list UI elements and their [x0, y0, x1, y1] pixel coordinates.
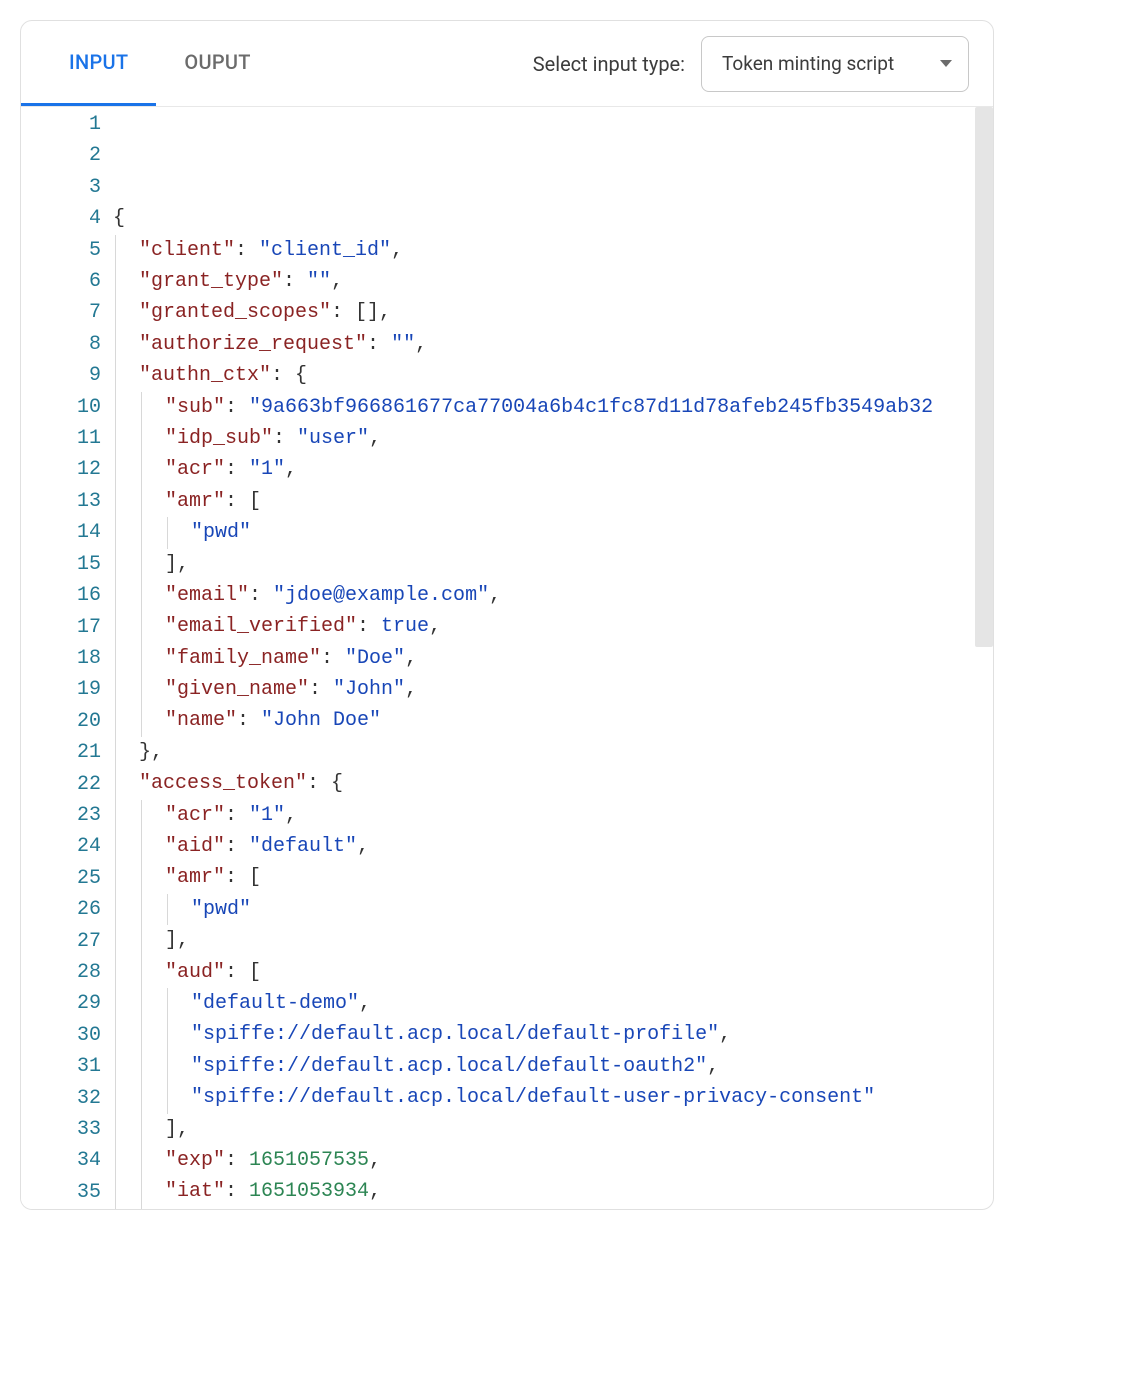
editor-panel: INPUT OUPUT Select input type: Token min…: [20, 20, 994, 1210]
line-number-gutter: 1234567891011121314151617181920212223242…: [21, 107, 113, 1209]
code-line[interactable]: "client": "client_id",: [113, 235, 993, 266]
line-number: 4: [21, 203, 113, 234]
code-line[interactable]: "authn_ctx": {: [113, 360, 993, 391]
code-line[interactable]: "authorize_request": "",: [113, 329, 993, 360]
code-line[interactable]: "spiffe://default.acp.local/default-user…: [113, 1082, 993, 1113]
line-number: 31: [21, 1051, 113, 1082]
panel-header: INPUT OUPUT Select input type: Token min…: [21, 21, 993, 107]
line-number: 21: [21, 737, 113, 768]
code-line[interactable]: "exp": 1651057535,: [113, 1145, 993, 1176]
line-number: 30: [21, 1020, 113, 1051]
line-number: 3: [21, 172, 113, 203]
code-line[interactable]: },: [113, 737, 993, 768]
line-number: 20: [21, 706, 113, 737]
line-number: 1: [21, 109, 113, 140]
code-line[interactable]: ],: [113, 1114, 993, 1145]
code-line[interactable]: "amr": [: [113, 486, 993, 517]
code-line[interactable]: "access_token": {: [113, 768, 993, 799]
line-number: 10: [21, 392, 113, 423]
line-number: 17: [21, 612, 113, 643]
tab-input[interactable]: INPUT: [21, 21, 156, 106]
code-line[interactable]: "name": "John Doe": [113, 705, 993, 736]
code-line[interactable]: "given_name": "John",: [113, 674, 993, 705]
line-number: 26: [21, 894, 113, 925]
tab-bar: INPUT OUPUT: [21, 21, 279, 106]
line-number: 5: [21, 235, 113, 266]
code-line[interactable]: "aid": "default",: [113, 831, 993, 862]
code-content[interactable]: {"client": "client_id","grant_type": "",…: [113, 107, 993, 1209]
line-number: 34: [21, 1145, 113, 1176]
code-line[interactable]: "sub": "9a663bf966861677ca77004a6b4c1fc8…: [113, 392, 993, 423]
line-number: 8: [21, 329, 113, 360]
line-number: 2: [21, 140, 113, 171]
tab-output[interactable]: OUPUT: [156, 21, 278, 106]
line-number: 35: [21, 1177, 113, 1208]
code-line[interactable]: "default-demo",: [113, 988, 993, 1019]
chevron-down-icon: [940, 60, 952, 67]
code-line[interactable]: "email_verified": true,: [113, 611, 993, 642]
code-line[interactable]: ],: [113, 549, 993, 580]
line-number: 13: [21, 486, 113, 517]
code-line[interactable]: "idp_sub": "user",: [113, 423, 993, 454]
code-line[interactable]: "grant_type": "",: [113, 266, 993, 297]
input-type-group: Select input type: Token minting script: [533, 36, 969, 92]
line-number: 24: [21, 831, 113, 862]
code-line[interactable]: {: [113, 203, 993, 234]
line-number: 32: [21, 1083, 113, 1114]
code-line[interactable]: "iat": 1651053934,: [113, 1176, 993, 1207]
line-number: 15: [21, 549, 113, 580]
line-number: 18: [21, 643, 113, 674]
code-line[interactable]: "email": "jdoe@example.com",: [113, 580, 993, 611]
line-number: 6: [21, 266, 113, 297]
code-line[interactable]: "aud": [: [113, 957, 993, 988]
line-number: 28: [21, 957, 113, 988]
select-input-type-dropdown[interactable]: Token minting script: [701, 36, 969, 92]
select-input-type-value: Token minting script: [722, 52, 894, 75]
line-number: 23: [21, 800, 113, 831]
line-number: 27: [21, 926, 113, 957]
line-number: 14: [21, 517, 113, 548]
code-line[interactable]: "family_name": "Doe",: [113, 643, 993, 674]
line-number: 7: [21, 297, 113, 328]
code-line[interactable]: "acr": "1",: [113, 800, 993, 831]
line-number: 16: [21, 580, 113, 611]
code-line[interactable]: "granted_scopes": [],: [113, 297, 993, 328]
code-line[interactable]: "spiffe://default.acp.local/default-prof…: [113, 1019, 993, 1050]
line-number: 25: [21, 863, 113, 894]
code-line[interactable]: "spiffe://default.acp.local/default-oaut…: [113, 1051, 993, 1082]
code-line[interactable]: "pwd": [113, 517, 993, 548]
line-number: 11: [21, 423, 113, 454]
line-number: 22: [21, 769, 113, 800]
line-number: 12: [21, 454, 113, 485]
code-line[interactable]: "amr": [: [113, 862, 993, 893]
code-line[interactable]: "pwd": [113, 894, 993, 925]
line-number: 19: [21, 674, 113, 705]
scrollbar-thumb[interactable]: [975, 107, 993, 647]
code-line[interactable]: "acr": "1",: [113, 454, 993, 485]
code-line[interactable]: ],: [113, 925, 993, 956]
code-line[interactable]: "idp": "default",: [113, 1208, 993, 1209]
code-editor[interactable]: 1234567891011121314151617181920212223242…: [21, 107, 993, 1209]
line-number: 29: [21, 988, 113, 1019]
line-number: 9: [21, 360, 113, 391]
line-number: 33: [21, 1114, 113, 1145]
select-input-type-label: Select input type:: [533, 52, 685, 76]
